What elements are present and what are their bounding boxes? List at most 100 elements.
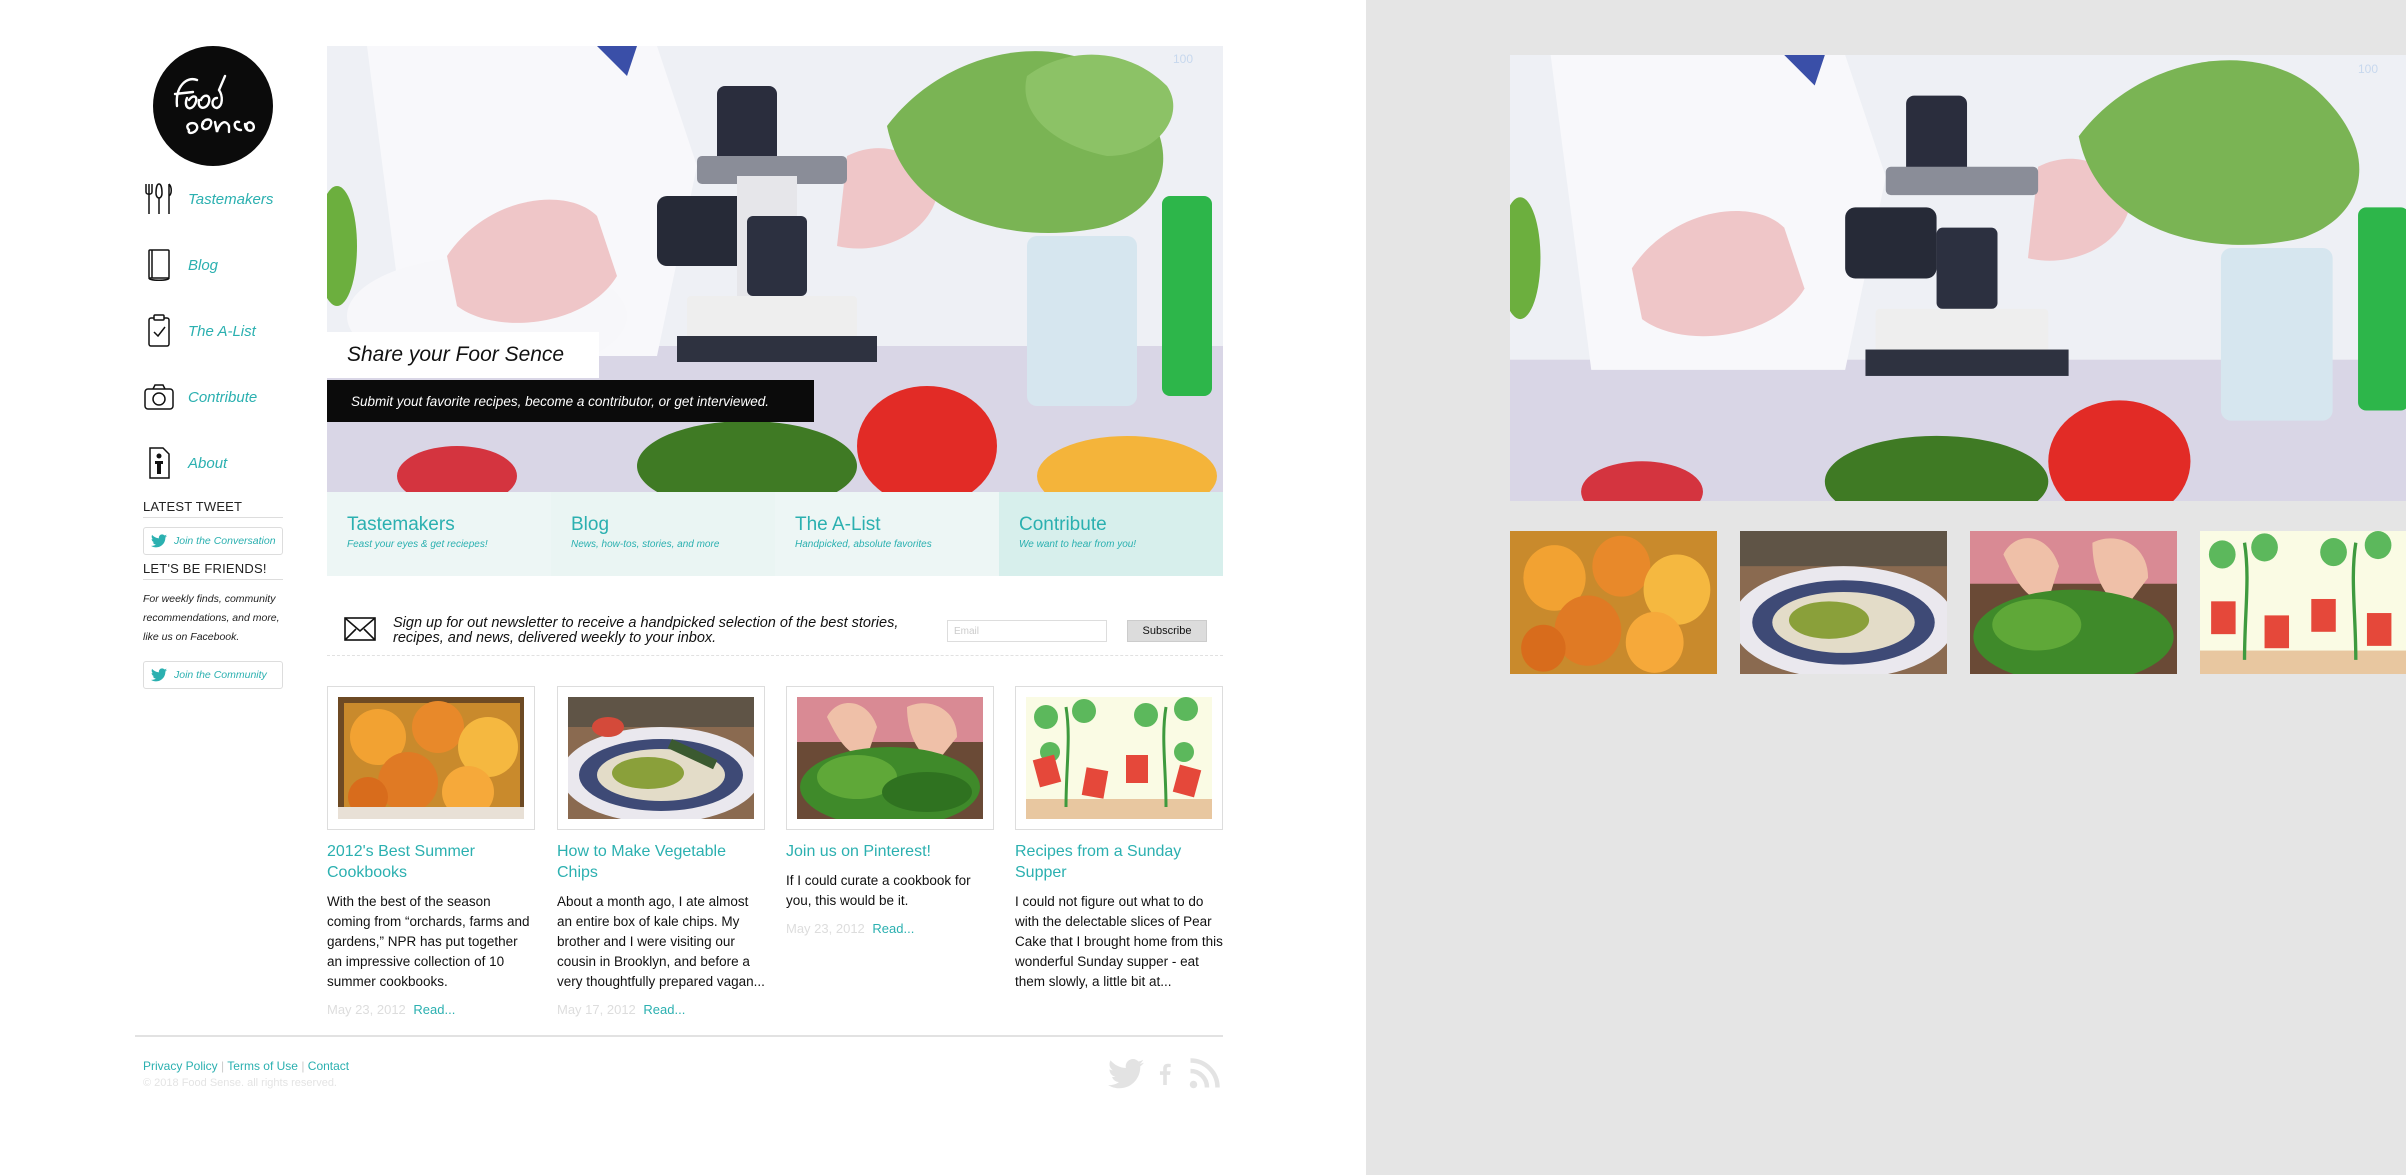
article-title[interactable]: Join us on Pinterest! <box>786 841 994 862</box>
tab-blog[interactable]: Blog News, how-tos, stories, and more <box>551 492 775 576</box>
copyright-text: © 2018 Food Sense. all rights reserved. <box>143 1077 337 1089</box>
hero-image <box>327 46 1223 492</box>
article-thumbnail[interactable] <box>327 686 535 830</box>
tab-subtitle: Handpicked, absolute favorites <box>795 539 932 550</box>
sidebar-item-contribute[interactable]: Contribute <box>144 364 294 430</box>
newsletter-text: Sign up for out newsletter to receive a … <box>393 615 899 646</box>
read-more-link[interactable]: Read... <box>872 921 914 936</box>
contact-link[interactable]: Contact <box>308 1059 349 1073</box>
preview-panel: 100 <box>1366 0 2406 1175</box>
article-card: Join us on Pinterest! If I could curate … <box>786 686 994 936</box>
sidebar-item-label: Tastemakers <box>188 190 274 208</box>
join-conversation-button[interactable]: Join the Conversation <box>143 527 283 555</box>
tab-a-list[interactable]: The A-List Handpicked, absolute favorite… <box>775 492 999 576</box>
footer-links: Privacy Policy | Terms of Use | Contact <box>143 1059 349 1073</box>
rss-icon[interactable] <box>1186 1056 1222 1092</box>
footer-separator: | <box>301 1059 305 1073</box>
footer-social <box>1108 1056 1222 1092</box>
person-info-icon <box>144 443 176 483</box>
camera-icon <box>144 377 176 417</box>
article-thumbnail[interactable] <box>557 686 765 830</box>
preview-counter: 100 <box>2358 62 2379 76</box>
sidebar-item-tastemakers[interactable]: Tastemakers <box>144 166 294 232</box>
twitter-icon <box>151 534 167 548</box>
hero-title: Share your Foor Sence <box>347 343 565 366</box>
preview-thumb-plate[interactable] <box>1740 531 1947 674</box>
twitter-icon <box>151 668 167 682</box>
preview-thumb-herbs[interactable] <box>1970 531 2177 674</box>
join-community-button[interactable]: Join the Community <box>143 661 283 689</box>
tab-subtitle: Feast your eyes & get reciepes! <box>347 539 488 550</box>
privacy-policy-link[interactable]: Privacy Policy <box>143 1059 218 1073</box>
email-field[interactable] <box>947 620 1107 642</box>
tab-title: Tastemakers <box>347 514 455 535</box>
sidebar-item-about[interactable]: About <box>144 430 294 496</box>
tab-subtitle: We want to hear from you! <box>1019 539 1137 550</box>
article-thumbnail[interactable] <box>1015 686 1223 830</box>
article-date: May 23, 2012 <box>786 921 865 936</box>
vegetable-plate-image <box>568 697 754 819</box>
tab-title: Contribute <box>1019 514 1107 535</box>
category-tabs: Tastemakers Feast your eyes & get reciep… <box>327 492 1223 576</box>
preview-thumb-chips[interactable] <box>1510 531 1717 674</box>
vegetable-plate-image <box>1740 531 1947 674</box>
sidebar-item-label: The A-List <box>188 322 256 340</box>
herbs-hands-image <box>1970 531 2177 674</box>
read-more-link[interactable]: Read... <box>643 1002 685 1017</box>
preview-hero-image <box>1510 55 2406 501</box>
subscribe-button[interactable]: Subscribe <box>1127 620 1207 642</box>
sidebar-item-label: Contribute <box>188 388 258 406</box>
twitter-icon[interactable] <box>1108 1056 1144 1092</box>
article-meta: May 23, 2012 Read... <box>327 1002 535 1017</box>
seed-packets-image <box>1026 697 1212 819</box>
article-date: May 17, 2012 <box>557 1002 636 1017</box>
join-conversation-label: Join the Conversation <box>174 535 276 547</box>
preview-hero[interactable] <box>1510 55 2406 501</box>
article-meta: May 23, 2012 Read... <box>786 921 994 936</box>
article-meta: May 17, 2012 Read... <box>557 1002 765 1017</box>
facebook-icon[interactable] <box>1154 1056 1176 1092</box>
tab-title: Blog <box>571 514 610 535</box>
sidebar-item-a-list[interactable]: The A-List <box>144 298 294 364</box>
newsletter-signup: Sign up for out newsletter to receive a … <box>327 604 1223 656</box>
sidebar-nav: Tastemakers Blog The A-List Contribute A… <box>144 166 294 496</box>
article-thumbnail[interactable] <box>786 686 994 830</box>
tab-tastemakers[interactable]: Tastemakers Feast your eyes & get reciep… <box>327 492 551 576</box>
divider <box>143 517 283 518</box>
article-date: May 23, 2012 <box>327 1002 406 1017</box>
logo-script <box>173 74 255 135</box>
tab-contribute[interactable]: Contribute We want to hear from you! <box>999 492 1223 576</box>
hero-subtitle-box: Submit yout favorite recipes, become a c… <box>327 380 814 422</box>
sidebar-item-blog[interactable]: Blog <box>144 232 294 298</box>
article-excerpt: If I could curate a cookbook for you, th… <box>786 873 971 908</box>
article-card: 2012's Best Summer Cookbooks With the be… <box>327 686 535 1017</box>
hero-subtitle: Submit yout favorite recipes, become a c… <box>351 393 769 409</box>
article-title[interactable]: How to Make Vegetable Chips <box>557 841 765 883</box>
sweet-potato-chips-image <box>1510 531 1717 674</box>
hero-title-box: Share your Foor Sence <box>327 332 599 378</box>
hero-counter: 100 <box>1172 52 1193 66</box>
food-sense-logo[interactable] <box>153 46 273 166</box>
preview-thumb-seeds[interactable] <box>2200 531 2406 674</box>
friends-heading: LET'S BE FRIENDS! <box>143 561 267 576</box>
article-title[interactable]: 2012's Best Summer Cookbooks <box>327 841 535 883</box>
divider <box>143 579 283 580</box>
seed-packets-image <box>2200 531 2406 674</box>
fork-knife-icon <box>144 179 176 219</box>
latest-tweet-heading: LATEST TWEET <box>143 499 243 514</box>
article-excerpt: With the best of the season coming from … <box>327 894 530 989</box>
join-community-label: Join the Community <box>174 669 267 681</box>
sweet-potato-chips-image <box>338 697 524 819</box>
article-title[interactable]: Recipes from a Sunday Supper <box>1015 841 1223 883</box>
tab-subtitle: News, how-tos, stories, and more <box>571 539 720 550</box>
clipboard-check-icon <box>144 311 176 351</box>
read-more-link[interactable]: Read... <box>413 1002 455 1017</box>
footer-divider <box>135 1035 1223 1037</box>
article-card: How to Make Vegetable Chips About a mont… <box>557 686 765 1017</box>
sidebar-item-label: Blog <box>188 256 219 274</box>
friends-text: For weekly finds, community recommendati… <box>143 593 280 643</box>
sidebar-item-label: About <box>188 454 228 472</box>
terms-of-use-link[interactable]: Terms of Use <box>227 1059 298 1073</box>
tab-title: The A-List <box>795 514 881 535</box>
hero-banner[interactable]: 100 Share your Foor Sence Submit yout fa… <box>327 46 1223 492</box>
